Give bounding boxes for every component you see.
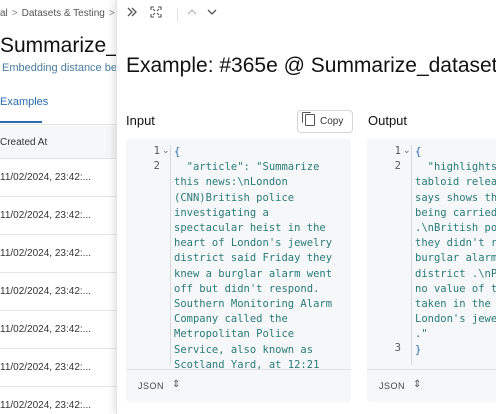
output-label: Output xyxy=(368,113,408,128)
breadcrumb-item[interactable]: Datasets & Testing xyxy=(22,8,105,19)
table-row[interactable]: 11/02/2024, 23:42:... xyxy=(0,387,118,414)
chevron-up-icon[interactable] xyxy=(183,5,201,23)
code-line: heart of London's jewelry xyxy=(174,237,333,250)
input-label: Input xyxy=(126,113,155,128)
chevron-down-icon[interactable] xyxy=(203,5,221,23)
format-label: JSON xyxy=(379,381,406,391)
code-line: being carried xyxy=(415,206,496,219)
breadcrumb-item[interactable]: al xyxy=(0,8,8,19)
code-line: Company called the xyxy=(174,313,288,326)
fold-chevron-icon[interactable]: ⌄ xyxy=(403,146,411,156)
created-at-cell: 11/02/2024, 23:42:... xyxy=(0,248,92,259)
line-number: 3 xyxy=(394,342,401,354)
chevron-updown-icon: ⇕ xyxy=(413,379,422,390)
code-line: } xyxy=(415,343,422,356)
input-code: { "article": "Summarize this news:\nLond… xyxy=(174,145,332,373)
line-number: 2 xyxy=(394,160,401,172)
panel-toolbar xyxy=(117,0,496,30)
table-row[interactable]: 11/02/2024, 23:42:... xyxy=(0,235,118,273)
code-line: no value of th xyxy=(415,282,496,295)
code-line: ." xyxy=(415,328,428,341)
code-line: this news:\nLondon xyxy=(174,176,288,189)
gutter-divider xyxy=(411,145,412,365)
code-line: taken in the h xyxy=(415,298,496,311)
table-row[interactable]: 11/02/2024, 23:42:... xyxy=(0,349,118,387)
code-line: Metropolitan Police xyxy=(174,328,295,341)
code-line: (CNN)British police xyxy=(174,191,295,204)
output-code: { "highlights" tabloid releas says shows… xyxy=(415,145,496,358)
output-code-editor[interactable]: 1 ⌄ 2 3 { "highlights" tabloid releas sa… xyxy=(367,139,496,402)
fold-chevron-icon[interactable]: ⌄ xyxy=(162,146,170,156)
code-line: .\nBritish pol xyxy=(415,222,496,235)
created-at-cell: 11/02/2024, 23:42:... xyxy=(0,362,92,373)
table-row[interactable]: 11/02/2024, 23:42:... xyxy=(0,159,118,197)
example-title: Example: #365e @ Summarize_dataset xyxy=(126,54,496,77)
collapse-panel-icon[interactable] xyxy=(123,5,141,23)
format-selector[interactable]: JSON ⇕ xyxy=(367,369,496,402)
breadcrumb: al > Datasets & Testing > xyxy=(0,8,115,19)
dataset-subtitle: Embedding distance be xyxy=(2,62,117,74)
created-at-cell: 11/02/2024, 23:42:... xyxy=(0,400,92,411)
tab-examples[interactable]: Examples xyxy=(0,96,48,108)
code-line: { xyxy=(174,146,181,158)
code-line: district said Friday they xyxy=(174,252,333,265)
toolbar-divider xyxy=(177,8,178,22)
example-detail-panel: Example: #365e @ Summarize_dataset Input… xyxy=(116,0,496,414)
format-selector[interactable]: JSON ⇕ xyxy=(126,369,351,402)
code-line: says shows the xyxy=(415,191,496,204)
line-number-gutter: 1 ⌄ 2 3 xyxy=(367,139,411,369)
code-line: burglar alarm xyxy=(415,252,496,265)
code-line: "article": "Summarize xyxy=(174,161,320,174)
gutter-divider xyxy=(170,145,171,365)
table-row[interactable]: 11/02/2024, 23:42:... xyxy=(0,273,118,311)
table-row[interactable]: 11/02/2024, 23:42:... xyxy=(0,311,118,349)
table-row[interactable]: 11/02/2024, 23:42:... xyxy=(0,197,118,235)
copy-button[interactable]: Copy xyxy=(297,110,353,133)
divider xyxy=(0,124,118,125)
code-line: "highlights" xyxy=(415,161,496,174)
code-line: they didn't re xyxy=(415,237,496,250)
code-line: spectacular heist in the xyxy=(174,222,326,235)
copy-button-label: Copy xyxy=(320,116,344,127)
dataset-title: Summarize_dat xyxy=(0,34,118,57)
line-number: 2 xyxy=(153,160,160,172)
code-line: { xyxy=(415,146,422,158)
expand-icon[interactable] xyxy=(147,5,165,23)
code-line: investigating a xyxy=(174,206,269,219)
column-header-created-at[interactable]: Created At xyxy=(0,137,47,148)
table-header: Created At xyxy=(0,126,118,159)
created-at-cell: 11/02/2024, 23:42:... xyxy=(0,210,92,221)
code-line: Southern Monitoring Alarm xyxy=(174,298,333,311)
format-label: JSON xyxy=(138,381,165,391)
code-line: district .\nPo xyxy=(415,267,496,280)
code-line: London's jewel xyxy=(415,313,496,326)
tab-active-indicator xyxy=(0,121,42,123)
created-at-cell: 11/02/2024, 23:42:... xyxy=(0,286,92,297)
copy-icon xyxy=(302,112,315,126)
chevron-updown-icon: ⇕ xyxy=(172,379,181,390)
input-code-editor[interactable]: 1 ⌄ 2 { "article": "Summarize this news:… xyxy=(126,139,351,402)
code-line: knew a burglar alarm went xyxy=(174,267,333,280)
created-at-cell: 11/02/2024, 23:42:... xyxy=(0,324,92,335)
background-page: al>Datasets & Testing> Summarize_dat Emb… xyxy=(0,0,118,414)
code-line: off but didn't respond. xyxy=(174,282,320,295)
line-number: 1 xyxy=(394,145,401,157)
code-line: Service, also known as xyxy=(174,343,314,356)
code-line: tabloid releas xyxy=(415,176,496,189)
line-number: 1 xyxy=(153,145,160,157)
created-at-cell: 11/02/2024, 23:42:... xyxy=(0,172,92,183)
line-number-gutter: 1 ⌄ 2 xyxy=(126,139,170,369)
